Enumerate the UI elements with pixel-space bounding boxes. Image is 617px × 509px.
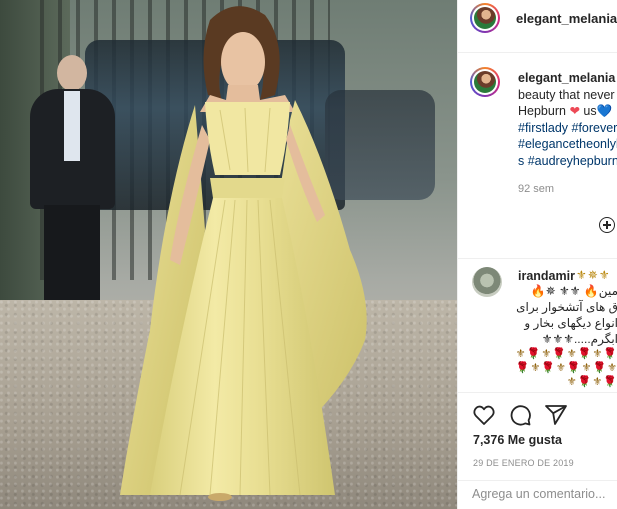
comment-icon[interactable] xyxy=(508,403,532,427)
blue-heart-icon: 💙 xyxy=(596,104,613,118)
caption: elegant_melania " beauty that never Hepb… xyxy=(458,60,617,250)
post-date[interactable]: 29 DE ENERO DE 2019 xyxy=(473,458,574,468)
post-photo[interactable] xyxy=(0,0,457,509)
add-comment-input[interactable] xyxy=(472,487,612,501)
woman-in-yellow-gown xyxy=(110,0,380,509)
caption-username[interactable]: elegant_melania xyxy=(518,71,615,85)
hashtags-line-2[interactable]: #elegancetheonlyb xyxy=(518,136,617,153)
load-more-comments-icon[interactable] xyxy=(599,217,615,233)
post-header: elegant_melania xyxy=(458,0,617,53)
background-person xyxy=(30,55,115,300)
comment: irandamir ⚜✵⚜ مین🔥 ⚜⚜ ✵🔥 ق های آتشخوار ب… xyxy=(458,258,617,389)
red-heart-icon: ❤ xyxy=(569,104,580,118)
add-comment-bar xyxy=(458,480,617,509)
header-username[interactable]: elegant_melania xyxy=(516,11,617,26)
comment-text: مین🔥 ⚜⚜ ✵🔥 ق های آتشخوار برای انواع دیگه… xyxy=(500,283,617,389)
likes-count[interactable]: 7,376 Me gusta xyxy=(473,433,562,447)
comment-emoji-row: 🌹⚜🌹⚜🌹⚜🌹⚜ xyxy=(515,348,617,360)
post-actions: 7,376 Me gusta 29 DE ENERO DE 2019 xyxy=(458,392,617,473)
caption-avatar[interactable] xyxy=(470,67,500,97)
avatar[interactable] xyxy=(470,3,500,33)
caption-timestamp[interactable]: 92 sem xyxy=(518,183,554,195)
comment-emoji-row: 🌹⚜🌹⚜ xyxy=(566,376,617,388)
hashtags-line-1[interactable]: #firstlady #forever xyxy=(518,120,617,137)
heart-icon[interactable] xyxy=(472,403,496,427)
caption-text: elegant_melania " beauty that never Hepb… xyxy=(518,70,617,169)
post-sidebar: elegant_melania elegant_melania " beauty… xyxy=(457,0,617,509)
comment-emoji-row: ⚜🌹⚜🌹⚜🌹⚜🌹 xyxy=(515,362,617,374)
hashtags-line-3[interactable]: s #audreyhepburn xyxy=(518,153,617,170)
comment-avatar[interactable] xyxy=(472,267,502,297)
share-icon[interactable] xyxy=(544,403,568,427)
comment-username[interactable]: irandamir xyxy=(518,269,575,283)
comment-emoji: ⚜✵⚜ xyxy=(576,268,611,282)
